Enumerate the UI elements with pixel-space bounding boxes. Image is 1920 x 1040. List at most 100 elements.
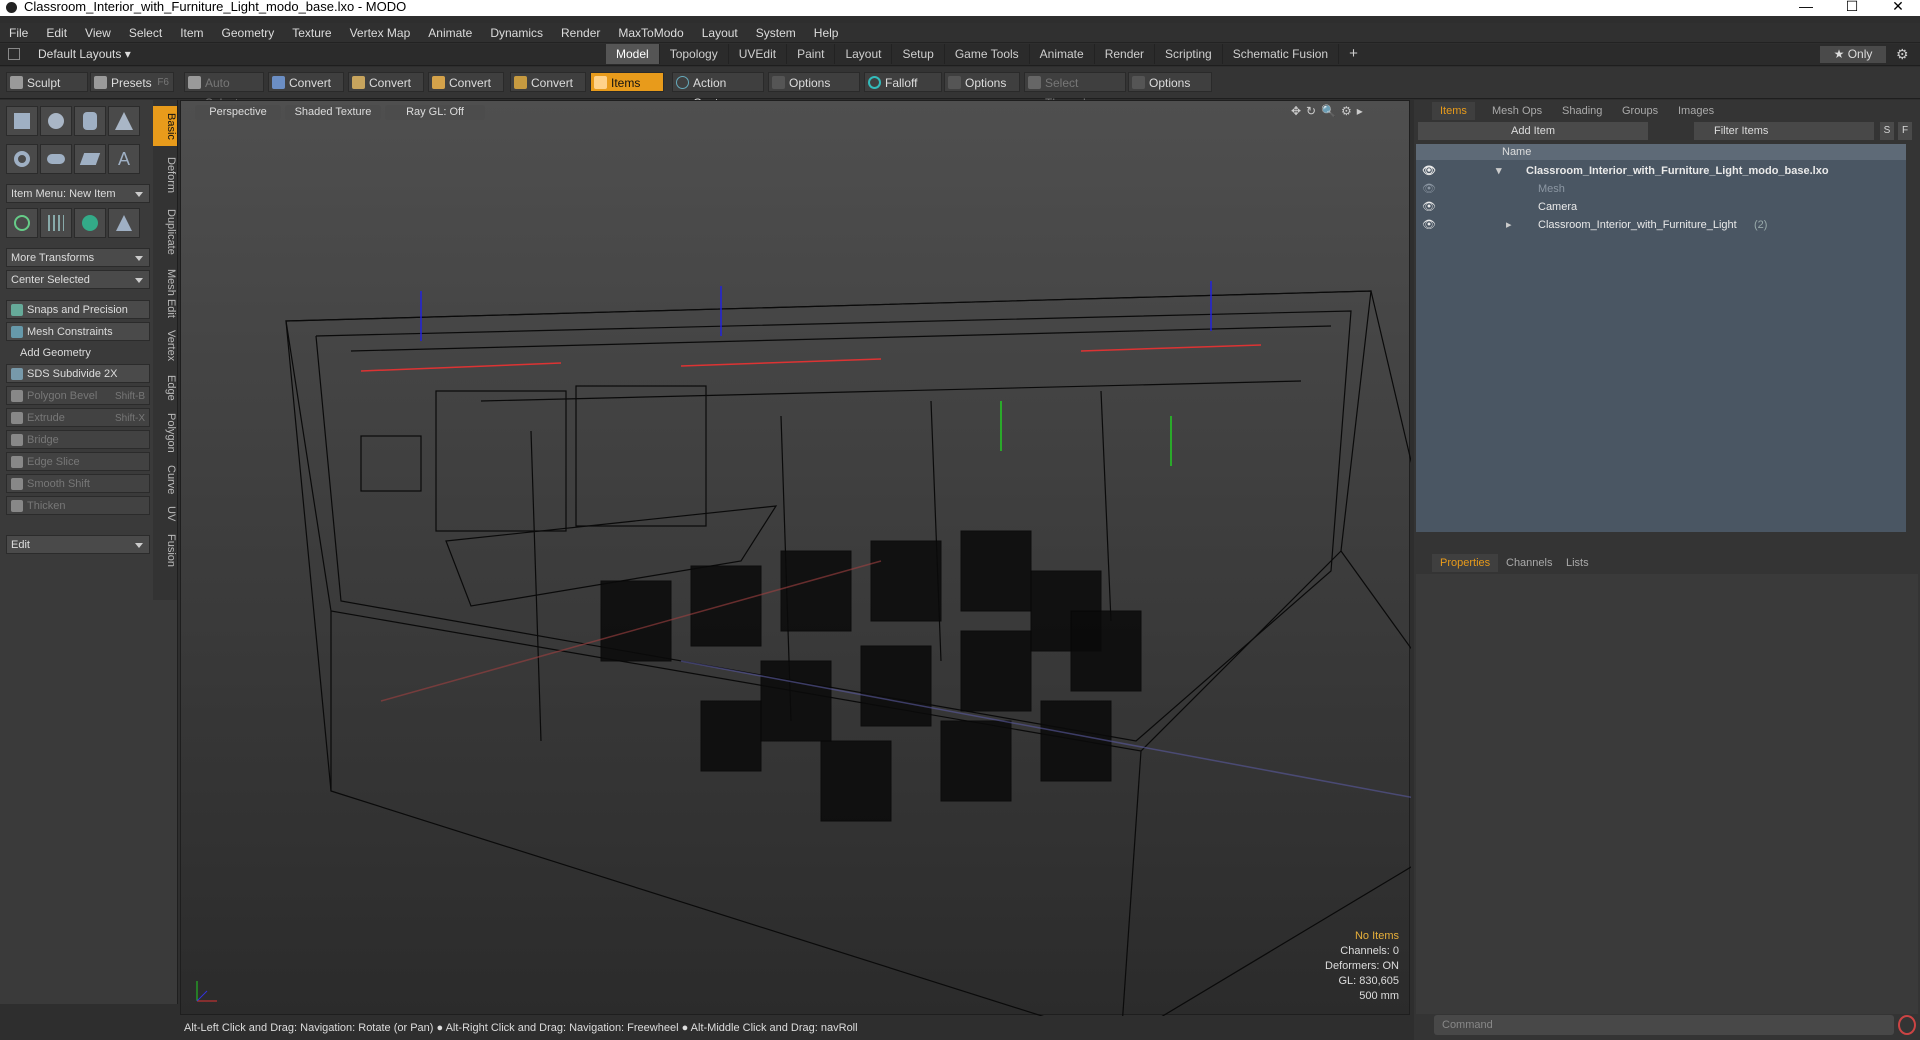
capsule-icon[interactable]	[40, 144, 72, 174]
action-options-button[interactable]: Options	[768, 72, 860, 92]
presets-button[interactable]: Presets F6	[90, 72, 174, 92]
menu-animate[interactable]: Animate	[419, 23, 481, 40]
menu-vertex-map[interactable]: Vertex Map	[341, 23, 420, 40]
menu-system[interactable]: System	[747, 23, 805, 40]
extrude-button[interactable]: Extrude Shift-X	[6, 408, 150, 427]
s-button[interactable]: S	[1880, 122, 1894, 140]
tab-scripting[interactable]: Scripting	[1155, 44, 1223, 64]
list-item[interactable]: 👁 ▾ Classroom_Interior_with_Furniture_Ligh…	[1416, 162, 1906, 180]
command-input[interactable]: Command	[1434, 1015, 1894, 1035]
record-icon[interactable]	[1898, 1015, 1916, 1035]
filter-items-input[interactable]: Filter Items	[1694, 122, 1874, 140]
tab-topology[interactable]: Topology	[660, 44, 729, 64]
falloff-options-button[interactable]: Options	[944, 72, 1020, 92]
more-transforms-dropdown[interactable]: More Transforms	[6, 248, 150, 267]
torus-icon[interactable]	[6, 144, 38, 174]
sculpt-button[interactable]: Sculpt	[6, 72, 88, 92]
edge-slice-button[interactable]: Edge Slice	[6, 452, 150, 471]
vtab-mesh-edit[interactable]: Mesh Edit	[153, 264, 177, 322]
select-through-button[interactable]: Select Through	[1024, 72, 1126, 110]
sds-subdivide-button[interactable]: SDS Subdivide 2X	[6, 364, 150, 383]
expand-icon[interactable]: ▾	[1496, 162, 1502, 180]
menu-render[interactable]: Render	[552, 23, 609, 40]
menu-item[interactable]: Item	[171, 23, 212, 40]
edit-dropdown[interactable]: Edit	[6, 535, 150, 554]
globe-icon[interactable]	[74, 208, 106, 238]
tab-mesh-ops[interactable]: Mesh Ops	[1484, 102, 1550, 120]
tab-uvedit[interactable]: UVEdit	[729, 44, 788, 64]
3d-viewport[interactable]: Perspective Shaded Texture Ray GL: Off ✥…	[180, 100, 1411, 1016]
cube-icon[interactable]	[6, 106, 38, 136]
tab-game-tools[interactable]: Game Tools	[945, 44, 1030, 64]
snaps-button[interactable]: Snaps and Precision	[6, 300, 150, 319]
thicken-button[interactable]: Thicken	[6, 496, 150, 515]
list-item[interactable]: 👁 Mesh	[1416, 180, 1906, 198]
f-button[interactable]: F	[1898, 122, 1912, 140]
items-mode-button[interactable]: Items	[590, 72, 664, 92]
expand-icon[interactable]: ▸	[1506, 216, 1512, 234]
tab-layout[interactable]: Layout	[835, 44, 893, 64]
tab-channels[interactable]: Channels	[1498, 554, 1560, 572]
add-tab-button[interactable]: +	[1339, 44, 1368, 64]
cone-icon[interactable]	[108, 106, 140, 136]
vtab-deform[interactable]: Deform	[153, 150, 177, 200]
tab-groups[interactable]: Groups	[1614, 102, 1666, 120]
list-item[interactable]: 👁 Camera	[1416, 198, 1906, 216]
locator-icon[interactable]	[6, 208, 38, 238]
tab-shading[interactable]: Shading	[1554, 102, 1610, 120]
convert-edge-button[interactable]: Convert	[348, 72, 424, 92]
vtab-uv[interactable]: UV	[153, 502, 177, 526]
falloff-button[interactable]: Falloff	[864, 72, 942, 92]
gear-icon[interactable]: ⚙	[1896, 46, 1909, 63]
menu-layout[interactable]: Layout	[693, 23, 747, 40]
action-center-button[interactable]: Action Center	[672, 72, 764, 110]
smooth-shift-button[interactable]: Smooth Shift	[6, 474, 150, 493]
eye-icon[interactable]: 👁	[1422, 162, 1436, 180]
auto-select-button[interactable]: Auto Select	[184, 72, 264, 110]
close-button[interactable]: ✕	[1878, 0, 1918, 14]
vtab-fusion[interactable]: Fusion	[153, 528, 177, 574]
menu-geometry[interactable]: Geometry	[213, 23, 284, 40]
menu-texture[interactable]: Texture	[283, 23, 340, 40]
light-icon[interactable]	[108, 208, 140, 238]
minimize-button[interactable]: —	[1786, 0, 1826, 14]
menu-view[interactable]: View	[76, 23, 120, 40]
menu-dynamics[interactable]: Dynamics	[481, 23, 552, 40]
tab-setup[interactable]: Setup	[892, 44, 945, 64]
eye-icon[interactable]: 👁	[1422, 198, 1436, 216]
item-menu-dropdown[interactable]: Item Menu: New Item	[6, 184, 150, 203]
tab-render[interactable]: Render	[1095, 44, 1156, 64]
bridge-button[interactable]: Bridge	[6, 430, 150, 449]
menu-help[interactable]: Help	[805, 23, 848, 40]
menu-select[interactable]: Select	[120, 23, 171, 40]
vtab-polygon[interactable]: Polygon	[153, 408, 177, 458]
list-item[interactable]: 👁 ▸ Classroom_Interior_with_Furniture_Ligh…	[1416, 216, 1906, 234]
vtab-edge[interactable]: Edge	[153, 370, 177, 406]
convert-material-button[interactable]: Convert	[510, 72, 586, 92]
grid-icon[interactable]	[40, 208, 72, 238]
add-geometry-section[interactable]: Add Geometry	[6, 344, 150, 362]
text-tool-icon[interactable]: A	[108, 144, 140, 174]
tab-items[interactable]: Items	[1432, 102, 1475, 120]
add-item-dropdown[interactable]: Add Item	[1418, 122, 1648, 140]
only-toggle[interactable]: ★ Only	[1820, 46, 1886, 63]
vtab-duplicate[interactable]: Duplicate	[153, 202, 177, 262]
sphere-icon[interactable]	[40, 106, 72, 136]
cylinder-icon[interactable]	[74, 106, 106, 136]
menu-maxtomodo[interactable]: MaxToModo	[609, 23, 692, 40]
eye-icon[interactable]: 👁	[1422, 180, 1436, 198]
tab-lists[interactable]: Lists	[1558, 554, 1597, 572]
center-selected-dropdown[interactable]: Center Selected	[6, 270, 150, 289]
convert-polygon-button[interactable]: Convert	[428, 72, 504, 92]
vtab-vertex[interactable]: Vertex	[153, 324, 177, 368]
maximize-button[interactable]: ☐	[1832, 0, 1872, 14]
eye-icon[interactable]: 👁	[1422, 216, 1436, 234]
tab-properties[interactable]: Properties	[1432, 554, 1499, 572]
pen-icon[interactable]	[74, 144, 106, 174]
select-options-button[interactable]: Options	[1128, 72, 1212, 92]
tab-model[interactable]: Model	[606, 44, 660, 64]
convert-vertex-button[interactable]: Convert	[268, 72, 344, 92]
tab-images[interactable]: Images	[1670, 102, 1722, 120]
mesh-constraints-button[interactable]: Mesh Constraints	[6, 322, 150, 341]
tab-schematic-fusion[interactable]: Schematic Fusion	[1223, 44, 1340, 64]
